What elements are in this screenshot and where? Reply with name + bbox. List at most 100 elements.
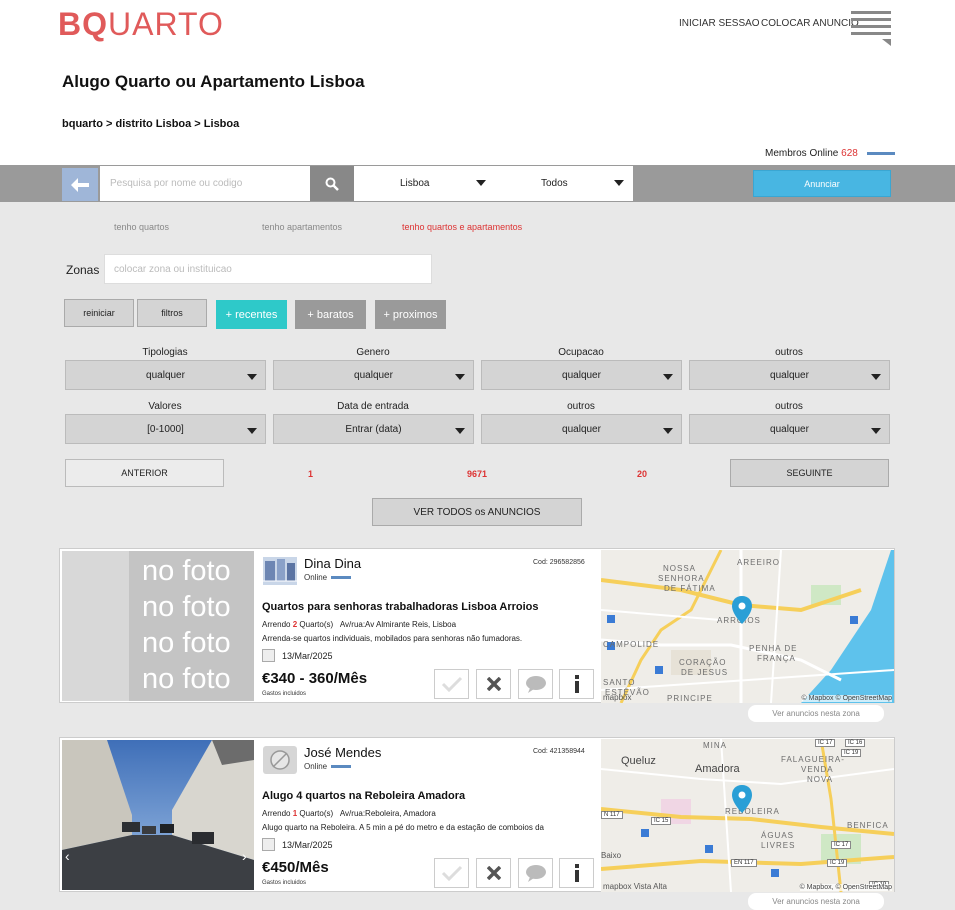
filters-button[interactable]: filtros [137, 299, 207, 327]
chevron-down-icon [455, 374, 465, 380]
info-button[interactable] [559, 669, 594, 699]
listing-title[interactable]: Alugo 4 quartos na Reboleira Amadora [262, 790, 465, 802]
other-select-1[interactable]: qualquer [689, 360, 890, 390]
chevron-right-icon[interactable]: › [242, 848, 247, 864]
favorite-button[interactable] [434, 858, 469, 888]
online-bar [866, 151, 895, 155]
members-online: Membros Online 628 [765, 148, 895, 159]
check-icon [441, 865, 462, 881]
chat-bubble-icon [525, 865, 546, 882]
chat-bubble-icon [525, 676, 546, 693]
listing-date: 13/Mar/2025 [262, 649, 333, 662]
message-button[interactable] [518, 669, 553, 699]
next-button[interactable]: SEGUINTE [730, 459, 889, 487]
filter-label-other: outros [775, 401, 803, 412]
typology-select[interactable]: qualquer [65, 360, 266, 390]
listing-description: Alugo quarto na Reboleira. A 5 min a pé … [262, 823, 544, 832]
listing-photo[interactable]: ‹ › [62, 740, 254, 890]
other-select-2[interactable]: qualquer [481, 414, 682, 444]
advertiser-name[interactable]: José Mendes [304, 745, 381, 760]
map-pin-icon[interactable] [732, 596, 752, 624]
mapbox-logo: mapbox Vista Alta [603, 882, 667, 891]
search-input[interactable]: Pesquisa por nome ou codigo [100, 166, 310, 201]
chevron-down-icon [247, 374, 257, 380]
filter-label-typology: Tipologias [142, 347, 188, 358]
chevron-down-icon [247, 428, 257, 434]
listing-price: €340 - 360/Mês [262, 670, 368, 687]
post-ad-link[interactable]: COLOCAR ANUNCIO [761, 18, 859, 29]
login-link[interactable]: INICIAR SESSAO [679, 18, 760, 29]
info-icon [574, 675, 579, 693]
info-button[interactable] [559, 858, 594, 888]
chevron-left-icon[interactable]: ‹ [65, 848, 70, 864]
listing-price: €450/Mês [262, 859, 329, 876]
avatar [263, 746, 297, 774]
search-icon [325, 177, 339, 191]
search-button[interactable] [310, 166, 354, 201]
filter-label-gender: Genero [356, 347, 390, 358]
per-page: 20 [637, 469, 648, 479]
values-select[interactable]: [0-1000] [65, 414, 266, 444]
listing-map[interactable]: Queluz Amadora MINA FALAGUEIRA- VENDA NO… [601, 739, 894, 892]
breadcrumb[interactable]: bquarto > distrito Lisboa > Lisboa [62, 118, 239, 130]
tab-rooms[interactable]: tenho quartos [114, 222, 169, 232]
reset-button[interactable]: reiniciar [64, 299, 134, 327]
listing-map[interactable]: AREEIRO NOSSA SENHORA DE FÁTIMA ARROIOS … [601, 550, 894, 703]
filter-label-entry-date: Data de entrada [337, 401, 409, 412]
prev-button[interactable]: ANTERIOR [65, 459, 224, 487]
expenses-note: Gastos incluidos [262, 691, 307, 697]
occupation-select[interactable]: qualquer [481, 360, 682, 390]
tab-rooms-and-apartments[interactable]: tenho quartos e apartamentos [402, 222, 522, 232]
no-photo-placeholder[interactable]: no foto no foto no foto no foto [62, 551, 254, 701]
map-attribution[interactable]: © Mapbox, © OpenStreetMap [799, 884, 892, 891]
info-icon [574, 864, 579, 882]
listing-date: 13/Mar/2025 [262, 838, 333, 851]
message-button[interactable] [518, 858, 553, 888]
close-icon [486, 866, 501, 880]
zones-input[interactable]: colocar zona ou instituicao [104, 254, 432, 284]
mapbox-logo: mapbox [603, 693, 632, 702]
near-button[interactable]: + proximos [375, 300, 446, 329]
filter-label-occupation: Ocupacao [558, 347, 604, 358]
page-title: Alugo Quarto ou Apartamento Lisboa [62, 72, 365, 91]
discard-button[interactable] [476, 669, 511, 699]
other-select-3[interactable]: qualquer [689, 414, 890, 444]
listing-card[interactable]: ‹ › José Mendes Online Cod: 421358944 Al… [59, 737, 895, 892]
back-button[interactable] [62, 168, 98, 201]
view-zone-link[interactable]: Ver anuncios nesta zona [748, 893, 884, 910]
entry-date-select[interactable]: Entrar (data) [273, 414, 474, 444]
location-select[interactable]: Lisboa [354, 166, 494, 201]
listing-details: Arrendo 2 Quarto(s) Av/rua:Av Almirante … [262, 620, 457, 629]
view-zone-link[interactable]: Ver anuncios nesta zona [748, 705, 884, 722]
chevron-down-icon [663, 428, 673, 434]
chevron-down-icon [663, 374, 673, 380]
cheap-button[interactable]: + baratos [295, 300, 366, 329]
tab-apartments[interactable]: tenho apartamentos [262, 222, 342, 232]
type-select[interactable]: Todos [494, 166, 633, 201]
filter-label-other: outros [567, 401, 595, 412]
chevron-down-icon [455, 428, 465, 434]
chevron-down-icon [871, 428, 881, 434]
calendar-icon [262, 838, 275, 851]
bquarto-logo[interactable]: BQUARTO [58, 6, 224, 43]
zones-label: Zonas [66, 263, 100, 277]
recent-button[interactable]: + recentes [216, 300, 287, 329]
menu-icon[interactable] [851, 11, 891, 46]
discard-button[interactable] [476, 858, 511, 888]
listing-title[interactable]: Quartos para senhoras trabalhadoras Lisb… [262, 601, 539, 613]
view-all-button[interactable]: VER TODOS os ANUNCIOS [372, 498, 582, 526]
map-pin-icon[interactable] [732, 785, 752, 813]
favorite-button[interactable] [434, 669, 469, 699]
advertiser-name[interactable]: Dina Dina [304, 556, 361, 571]
listing-code: Cod: 296582856 [533, 559, 585, 566]
expenses-note: Gastos incluidos [262, 880, 307, 886]
publish-button[interactable]: Anunciar [753, 170, 891, 197]
arrow-left-icon [71, 177, 89, 192]
page-number: 1 [308, 469, 314, 479]
listing-card[interactable]: no foto no foto no foto no foto Dina Din… [59, 548, 895, 703]
check-icon [441, 676, 462, 692]
listing-code: Cod: 421358944 [533, 748, 585, 755]
gender-select[interactable]: qualquer [273, 360, 474, 390]
online-status: Online [304, 762, 352, 771]
map-attribution[interactable]: © Mapbox © OpenStreetMap [801, 695, 892, 702]
